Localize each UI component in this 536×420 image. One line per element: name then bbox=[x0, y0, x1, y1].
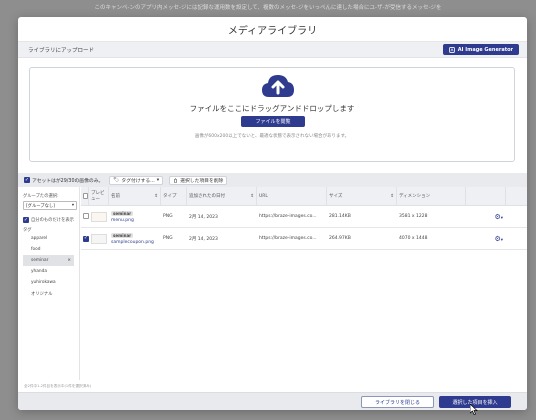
row-select-cell[interactable]: ✓ bbox=[81, 235, 89, 242]
tag-label: food bbox=[31, 247, 41, 252]
close-library-button[interactable]: ライブラリを閉じる bbox=[361, 396, 434, 408]
tag-item-original[interactable]: オリジナル bbox=[23, 288, 74, 299]
header-size-label: サイズ bbox=[329, 194, 343, 199]
tag-chip: seminar bbox=[111, 210, 134, 216]
media-library-modal: メディアライブラリ ライブラリにアップロード AI Image Generato… bbox=[18, 17, 527, 410]
dimension-cell: 4070 x 1448 bbox=[399, 236, 428, 241]
modal-footer: ライブラリを閉じる 選択した項目を挿入 bbox=[18, 392, 527, 410]
delete-selected-button[interactable]: 選択した項目を削除 bbox=[169, 175, 228, 185]
upload-label: ライブラリにアップロード bbox=[28, 47, 95, 54]
sparkle-icon bbox=[448, 46, 455, 53]
assets-filter[interactable]: ✓ アセットはが29/30の画像のみ。 bbox=[24, 177, 103, 184]
group-label: グループたの選択: bbox=[23, 194, 59, 199]
tag-label: オリジナル bbox=[31, 291, 53, 297]
sort-icon: ⇕ bbox=[250, 193, 254, 199]
media-table: プレビュー 名前 ⇕ タイプ 追加されたの日付 ⇕ URL サイズ ⇕ ディメンション… bbox=[81, 187, 527, 380]
header-size[interactable]: サイズ ⇕ bbox=[327, 187, 397, 205]
file-name[interactable]: samplecoupon.png bbox=[111, 240, 161, 245]
group-select-value: [グループなし] bbox=[26, 203, 55, 209]
image-thumbnail bbox=[91, 233, 107, 244]
size-cell: 264.97KB bbox=[329, 236, 351, 241]
tag-item-seminar[interactable]: seminar × bbox=[23, 255, 74, 266]
drop-title: ファイルをここにドラッグアンドドロップします bbox=[189, 104, 355, 113]
tag-button-label: タグ付けする... bbox=[121, 178, 155, 184]
drop-zone[interactable]: ファイルをここにドラッグアンドドロップします ファイルを閲覧 画像が600x20… bbox=[29, 67, 515, 162]
tag-item-yuhirokawa[interactable]: yuhirokawa bbox=[23, 277, 74, 288]
remove-tag-icon[interactable]: × bbox=[67, 258, 71, 263]
chevron-down-icon[interactable]: ▾ bbox=[501, 216, 503, 221]
url-cell[interactable]: https://braze-images.co... bbox=[257, 236, 327, 241]
sort-icon: ⇕ bbox=[390, 193, 394, 199]
backdrop-text: このキャンペ-ンのアプリ内メッセ-ジには記録な運用数を設定して、複数のメッセ-ジ… bbox=[94, 5, 442, 11]
header-date-label: 追加されたの日付 bbox=[189, 194, 225, 199]
chevron-down-icon: ▾ bbox=[71, 203, 74, 208]
size-cell: 281.14KB bbox=[329, 214, 351, 219]
tag-chip: seminar bbox=[111, 232, 134, 238]
header-name-label: 名前 bbox=[111, 194, 120, 199]
tag-item-food[interactable]: food bbox=[23, 244, 74, 255]
group-select[interactable]: [グループなし] ▾ bbox=[23, 201, 77, 210]
preview-cell bbox=[89, 233, 109, 244]
type-cell: PNG bbox=[163, 214, 173, 219]
file-name[interactable]: menu.png bbox=[111, 218, 161, 223]
name-cell: seminar samplecoupon.png bbox=[109, 232, 161, 245]
chevron-down-icon: ▾ bbox=[156, 177, 160, 183]
ai-button-label: AI Image Generator bbox=[457, 46, 513, 53]
table-row[interactable]: seminar menu.png PNG 2月 14, 2023 https://… bbox=[81, 206, 527, 228]
tag-icon: 🏷 bbox=[113, 177, 120, 183]
preview-cell bbox=[89, 211, 109, 222]
actions-cell: ⚙▾ bbox=[466, 213, 506, 221]
table-row[interactable]: ✓ seminar samplecoupon.png PNG 2月 14, 202… bbox=[81, 228, 527, 250]
assets-checkbox[interactable]: ✓ bbox=[24, 177, 30, 183]
row-select-cell[interactable] bbox=[81, 212, 89, 221]
actions-cell: ⚙▾ bbox=[466, 235, 506, 243]
name-cell: seminar menu.png bbox=[109, 210, 161, 223]
filter-sidebar: グループたの選択: [グループなし] ▾ ✓ 自分のものだけを表示 タグ app… bbox=[18, 187, 80, 380]
type-cell: PNG bbox=[163, 236, 173, 241]
tag-label: seminar bbox=[31, 258, 49, 263]
toolbar: ✓ アセットはが29/30の画像のみ。 🏷 タグ付けする... ▾ 選択した項目… bbox=[18, 173, 527, 187]
header-preview: プレビュー bbox=[89, 187, 109, 205]
header-name[interactable]: 名前 ⇕ bbox=[109, 187, 161, 205]
url-cell[interactable]: https://braze-images.co... bbox=[257, 214, 327, 219]
tag-item-apparel[interactable]: apparel bbox=[23, 233, 74, 244]
mouse-cursor-icon bbox=[470, 404, 478, 415]
select-all-cell[interactable] bbox=[81, 187, 89, 205]
assets-label: アセットはが29/30の画像のみ。 bbox=[32, 178, 104, 184]
image-thumbnail bbox=[91, 211, 107, 222]
delete-button-label: 選択した項目を削除 bbox=[180, 178, 224, 184]
chevron-down-icon[interactable]: ▾ bbox=[501, 238, 503, 243]
own-files-checkbox[interactable]: ✓ bbox=[23, 217, 29, 223]
tag-label: apparel bbox=[31, 236, 48, 241]
dimension-cell: 3581 x 1228 bbox=[399, 214, 428, 219]
header-dimension: ディメンション bbox=[397, 187, 466, 205]
drop-note: 画像が600x200以上でないと、最適な状態で表示されない場合があります。 bbox=[194, 134, 350, 139]
own-files-label: 自分のものだけを表示 bbox=[31, 218, 74, 223]
tag-label: yhanda bbox=[31, 269, 47, 274]
header-actions bbox=[466, 187, 506, 205]
tag-item-yhanda[interactable]: yhanda bbox=[23, 266, 74, 277]
sort-icon: ⇕ bbox=[154, 193, 158, 199]
ai-image-generator-button[interactable]: AI Image Generator bbox=[442, 44, 519, 55]
date-cell: 2月 14, 2023 bbox=[189, 236, 218, 242]
tag-button[interactable]: 🏷 タグ付けする... ▾ bbox=[109, 175, 164, 185]
cloud-upload-icon bbox=[262, 75, 294, 97]
header-date[interactable]: 追加されたの日付 ⇕ bbox=[187, 187, 257, 205]
browse-files-button[interactable]: ファイルを閲覧 bbox=[241, 116, 305, 127]
header-url: URL bbox=[257, 187, 327, 205]
selection-status: 全2件中1-2件目を表示中(1件を選択済み) bbox=[24, 384, 92, 388]
own-files-filter[interactable]: ✓ 自分のものだけを表示 bbox=[23, 217, 74, 223]
trash-icon bbox=[174, 177, 178, 183]
header-type[interactable]: タイプ bbox=[161, 187, 187, 205]
table-header: プレビュー 名前 ⇕ タイプ 追加されたの日付 ⇕ URL サイズ ⇕ ディメンション bbox=[81, 187, 527, 206]
date-cell: 2月 14, 2023 bbox=[189, 214, 218, 220]
tag-label: yuhirokawa bbox=[31, 280, 56, 285]
select-all-checkbox[interactable] bbox=[83, 193, 88, 199]
upload-bar: ライブラリにアップロード AI Image Generator bbox=[18, 42, 527, 58]
modal-title: メディアライブラリ bbox=[18, 17, 527, 42]
